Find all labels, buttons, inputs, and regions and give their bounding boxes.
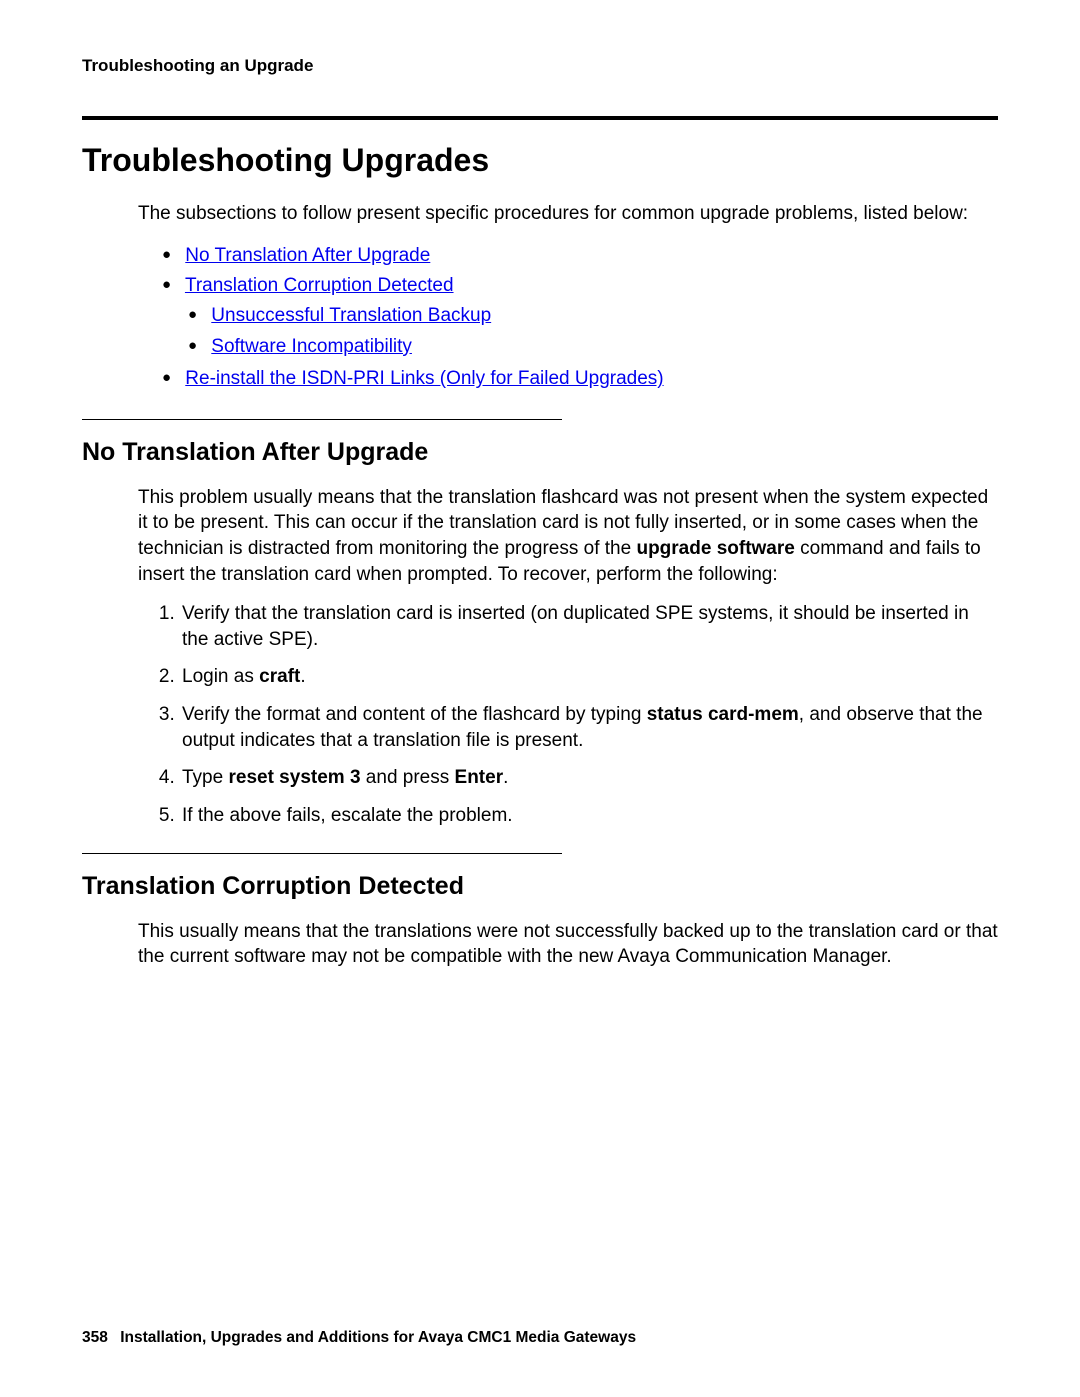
text-bold: Enter	[455, 767, 504, 788]
ordered-steps: Verify that the translation card is inse…	[180, 601, 998, 828]
text-bold: reset system 3	[228, 767, 360, 788]
link-no-translation[interactable]: No Translation After Upgrade	[185, 245, 430, 266]
text-run: .	[503, 767, 508, 788]
bullet-icon: ●	[188, 303, 206, 327]
text-run: Login as	[182, 666, 259, 687]
text-run: Type	[182, 767, 228, 788]
bullet-icon: ●	[162, 273, 180, 297]
section-rule	[82, 419, 562, 420]
heading-2-no-translation: No Translation After Upgrade	[82, 438, 998, 467]
intro-paragraph: The subsections to follow present specif…	[138, 201, 998, 227]
list-item: ● Unsuccessful Translation Backup	[188, 301, 998, 331]
list-item: ● No Translation After Upgrade	[162, 241, 998, 271]
page-footer: 358 Installation, Upgrades and Additions…	[82, 1329, 636, 1347]
section-rule	[82, 853, 562, 854]
link-software-incompatibility[interactable]: Software Incompatibility	[211, 336, 412, 357]
page-container: Troubleshooting an Upgrade Troubleshooti…	[0, 0, 1080, 1397]
body-paragraph: This usually means that the translations…	[138, 919, 998, 970]
step-item: If the above fails, escalate the problem…	[180, 803, 998, 829]
step-item: Verify that the translation card is inse…	[180, 601, 998, 652]
bullet-icon: ●	[188, 334, 206, 358]
link-reinstall-isdn[interactable]: Re-install the ISDN-PRI Links (Only for …	[185, 368, 663, 389]
list-item: ● Translation Corruption Detected ● Unsu…	[162, 271, 998, 362]
text-run: Verify the format and content of the fla…	[182, 704, 647, 725]
footer-title: Installation, Upgrades and Additions for…	[120, 1329, 636, 1346]
toc-link-list-nested: ● Unsuccessful Translation Backup ● Soft…	[188, 301, 998, 362]
text-run: and press	[361, 767, 455, 788]
toc-link-list: ● No Translation After Upgrade ● Transla…	[162, 241, 998, 395]
text-run: .	[300, 666, 305, 687]
link-translation-corruption[interactable]: Translation Corruption Detected	[185, 275, 454, 296]
running-head: Troubleshooting an Upgrade	[82, 56, 998, 76]
step-item: Verify the format and content of the fla…	[180, 702, 998, 753]
text-bold: status card-mem	[647, 704, 799, 725]
bullet-icon: ●	[162, 243, 180, 267]
link-unsuccessful-backup[interactable]: Unsuccessful Translation Backup	[211, 305, 491, 326]
body-paragraph: This problem usually means that the tran…	[138, 485, 998, 588]
step-item: Login as craft.	[180, 664, 998, 690]
page-number: 358	[82, 1329, 108, 1346]
text-bold: craft	[259, 666, 300, 687]
bullet-icon: ●	[162, 366, 180, 390]
heading-2-translation-corruption: Translation Corruption Detected	[82, 872, 998, 901]
list-item: ● Software Incompatibility	[188, 332, 998, 362]
horizontal-rule-thick	[82, 116, 998, 120]
list-item: ● Re-install the ISDN-PRI Links (Only fo…	[162, 364, 998, 394]
heading-1: Troubleshooting Upgrades	[82, 142, 998, 179]
text-bold: upgrade software	[636, 538, 794, 559]
step-item: Type reset system 3 and press Enter.	[180, 765, 998, 791]
